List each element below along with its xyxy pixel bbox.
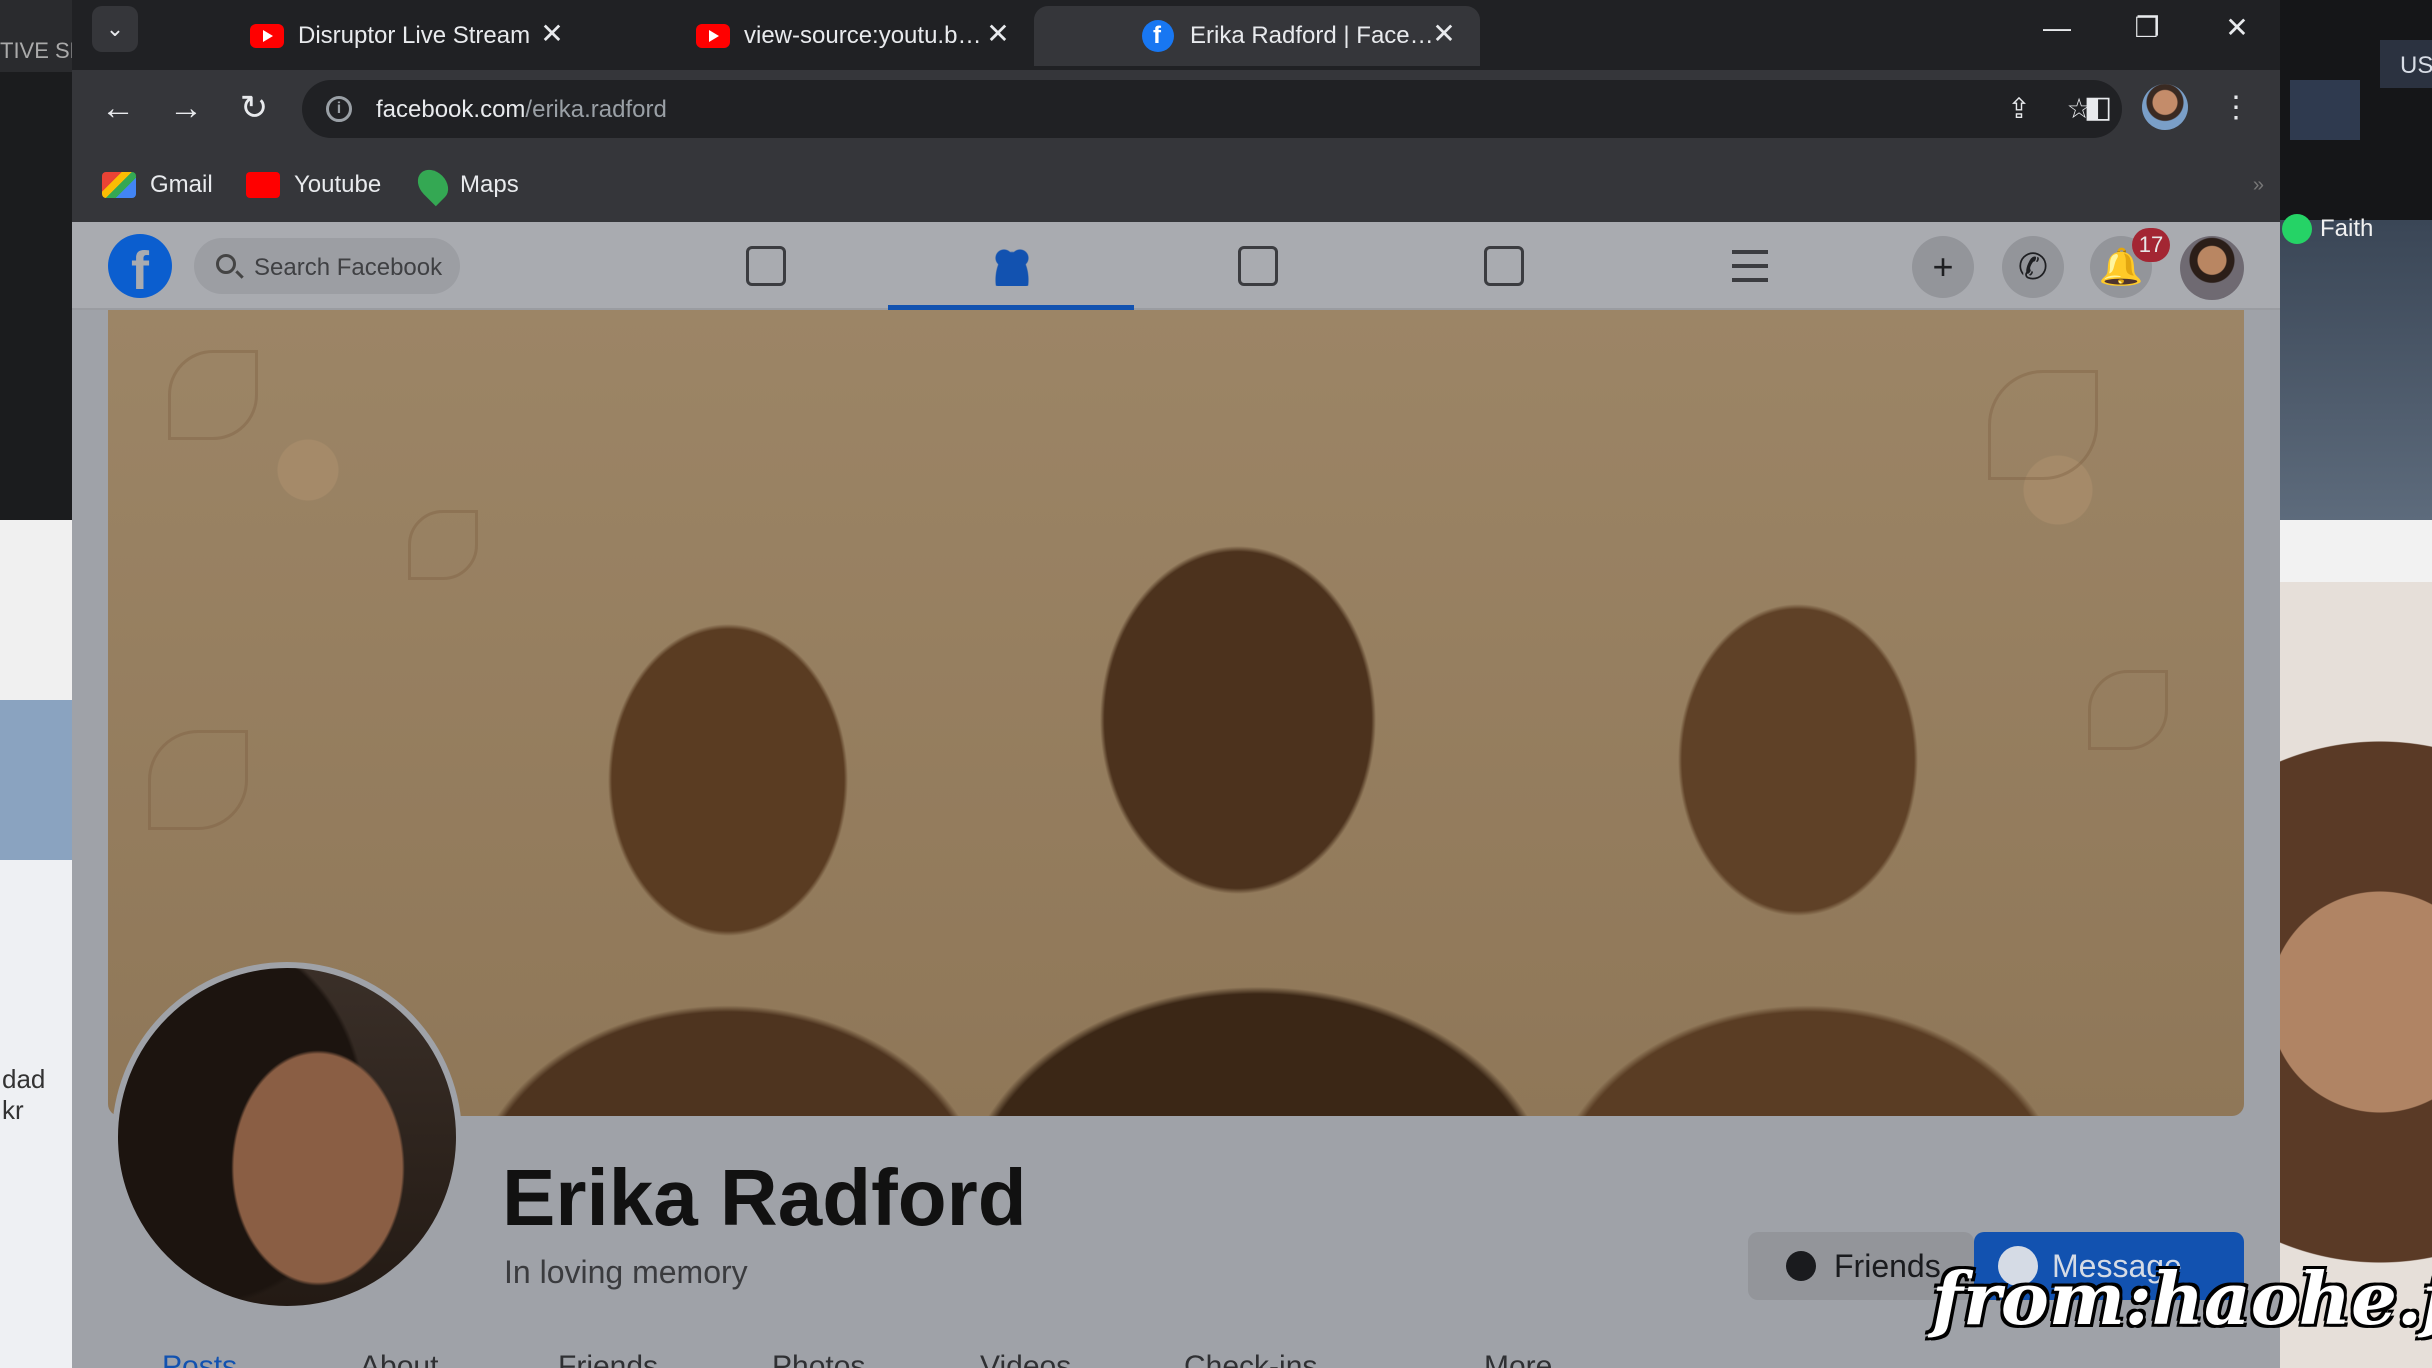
gmail-icon bbox=[102, 172, 136, 198]
cover-decoration bbox=[148, 730, 248, 830]
browser-profile-avatar[interactable] bbox=[2142, 84, 2188, 130]
restore-button[interactable]: ❐ bbox=[2112, 8, 2182, 48]
browser-tab-disruptor[interactable]: Disruptor Live Stream ✕ bbox=[142, 6, 588, 66]
bookmark-label: Gmail bbox=[150, 171, 213, 198]
search-placeholder: Search Facebook bbox=[254, 254, 443, 281]
tab-check-ins[interactable]: Check-ins bbox=[1184, 1350, 1317, 1368]
notification-badge: 17 bbox=[2132, 228, 2170, 262]
account-avatar[interactable] bbox=[2180, 236, 2244, 300]
background-window-left-image bbox=[0, 700, 72, 860]
bookmarks-bar: Gmail Youtube Maps » bbox=[72, 146, 2280, 222]
tab-friends[interactable]: Friends bbox=[558, 1350, 658, 1368]
background-right-tab: US bbox=[2380, 40, 2432, 88]
tab-posts[interactable]: Posts bbox=[162, 1350, 237, 1368]
facebook-page: f Search Facebook + ✆ 🔔 17 Erika Radford… bbox=[72, 222, 2280, 1368]
background-window-left-panel bbox=[0, 520, 72, 700]
back-button[interactable]: ← bbox=[96, 86, 140, 130]
bookmarks-overflow[interactable]: » bbox=[2253, 174, 2264, 197]
cover-decoration bbox=[168, 350, 258, 440]
nav-watch[interactable] bbox=[1134, 222, 1380, 310]
youtube-icon bbox=[250, 24, 284, 48]
close-icon[interactable]: ✕ bbox=[980, 16, 1016, 52]
background-right-bar bbox=[2290, 80, 2360, 140]
friends-icon bbox=[992, 246, 1032, 286]
create-button[interactable]: + bbox=[1912, 236, 1974, 298]
search-icon bbox=[216, 254, 236, 274]
side-panel-icon[interactable]: ◧ bbox=[2078, 88, 2118, 128]
reload-button[interactable]: ↻ bbox=[232, 86, 276, 130]
background-left-text: dad kr bbox=[2, 1064, 46, 1125]
menu-icon bbox=[1732, 250, 1768, 282]
minimize-button[interactable]: — bbox=[2022, 8, 2092, 48]
nav-home[interactable] bbox=[642, 222, 888, 310]
cover-photo[interactable] bbox=[108, 310, 2244, 1116]
facebook-icon bbox=[1142, 20, 1174, 52]
marketplace-icon bbox=[1484, 246, 1524, 286]
url-domain: facebook.com bbox=[376, 96, 526, 123]
youtube-icon bbox=[696, 24, 730, 48]
cover-decoration bbox=[1988, 370, 2098, 480]
nav-marketplace[interactable] bbox=[1380, 222, 1626, 310]
whatsapp-chat-item[interactable]: Faith bbox=[2282, 214, 2373, 244]
tab-more[interactable]: More bbox=[1484, 1350, 1552, 1368]
tab-search-button[interactable]: ⌄ bbox=[92, 6, 138, 52]
home-icon bbox=[746, 246, 786, 286]
url-text[interactable]: facebook.com/erika.radford bbox=[376, 96, 667, 124]
bookmark-label: Maps bbox=[460, 171, 519, 198]
background-right-image bbox=[2280, 220, 2432, 520]
screen: TIVE SE dad kr US Faith ⌄ Disruptor Live… bbox=[0, 0, 2432, 1368]
background-window-left-text-panel: dad kr bbox=[0, 860, 72, 1368]
bookmark-label: Youtube bbox=[294, 171, 382, 198]
cover-decoration bbox=[408, 510, 478, 580]
tab-photos[interactable]: Photos bbox=[772, 1350, 865, 1368]
close-window-button[interactable]: ✕ bbox=[2202, 8, 2272, 48]
browser-tab-view-source[interactable]: view-source:youtu.be/SasUk... ✕ bbox=[588, 6, 1034, 66]
friends-button-label: Friends bbox=[1834, 1247, 1941, 1284]
close-icon[interactable]: ✕ bbox=[1426, 16, 1462, 52]
video-icon bbox=[1238, 246, 1278, 286]
cover-decoration bbox=[2088, 670, 2168, 750]
browser-window: ⌄ Disruptor Live Stream ✕ view-source:yo… bbox=[72, 0, 2280, 1368]
tab-videos[interactable]: Videos bbox=[980, 1350, 1071, 1368]
tab-title: Erika Radford | Facebook bbox=[1190, 22, 1434, 49]
bookmark-maps[interactable]: Maps bbox=[411, 163, 519, 207]
youtube-icon bbox=[246, 172, 280, 198]
browser-toolbar: ← → ↻ i facebook.com/erika.radford ⇪ ☆ ◧… bbox=[72, 70, 2280, 146]
whatsapp-icon bbox=[2282, 214, 2312, 244]
nav-friends[interactable] bbox=[888, 222, 1134, 310]
profile-name: Erika Radford bbox=[502, 1153, 1027, 1242]
site-info-icon[interactable]: i bbox=[326, 96, 352, 122]
watermark-text: from:haohe.fun bbox=[1932, 1256, 2432, 1341]
address-bar[interactable]: i facebook.com/erika.radford ⇪ ☆ bbox=[302, 80, 2122, 138]
background-window-left-title: TIVE SE bbox=[0, 0, 72, 72]
close-icon[interactable]: ✕ bbox=[534, 16, 570, 52]
background-right-photo bbox=[2280, 582, 2432, 1368]
messenger-button[interactable]: ✆ bbox=[2002, 236, 2064, 298]
maps-icon bbox=[411, 163, 455, 207]
profile-picture[interactable] bbox=[112, 962, 462, 1312]
chat-contact-name: Faith bbox=[2320, 215, 2374, 242]
tab-title: view-source:youtu.be/SasUk... bbox=[744, 22, 988, 49]
tab-about[interactable]: About bbox=[360, 1350, 438, 1368]
bookmark-youtube[interactable]: Youtube bbox=[246, 168, 381, 202]
facebook-search[interactable]: Search Facebook bbox=[194, 238, 460, 294]
facebook-logo[interactable]: f bbox=[108, 234, 172, 298]
tab-strip: ⌄ Disruptor Live Stream ✕ view-source:yo… bbox=[72, 0, 2280, 70]
bookmark-gmail[interactable]: Gmail bbox=[102, 168, 213, 202]
forward-button[interactable]: → bbox=[164, 86, 208, 130]
tab-title: Disruptor Live Stream bbox=[298, 22, 531, 49]
profile-subtitle: In loving memory bbox=[504, 1254, 748, 1290]
browser-menu-icon[interactable]: ⋮ bbox=[2216, 88, 2256, 128]
browser-tab-facebook[interactable]: Erika Radford | Facebook ✕ bbox=[1034, 6, 1480, 66]
share-icon[interactable]: ⇪ bbox=[2002, 92, 2036, 126]
person-icon bbox=[1786, 1251, 1816, 1281]
background-right-titlebar bbox=[2280, 520, 2432, 582]
url-path: /erika.radford bbox=[525, 96, 667, 123]
nav-menu[interactable] bbox=[1628, 222, 1874, 310]
facebook-header: f Search Facebook + ✆ 🔔 17 bbox=[72, 222, 2280, 310]
